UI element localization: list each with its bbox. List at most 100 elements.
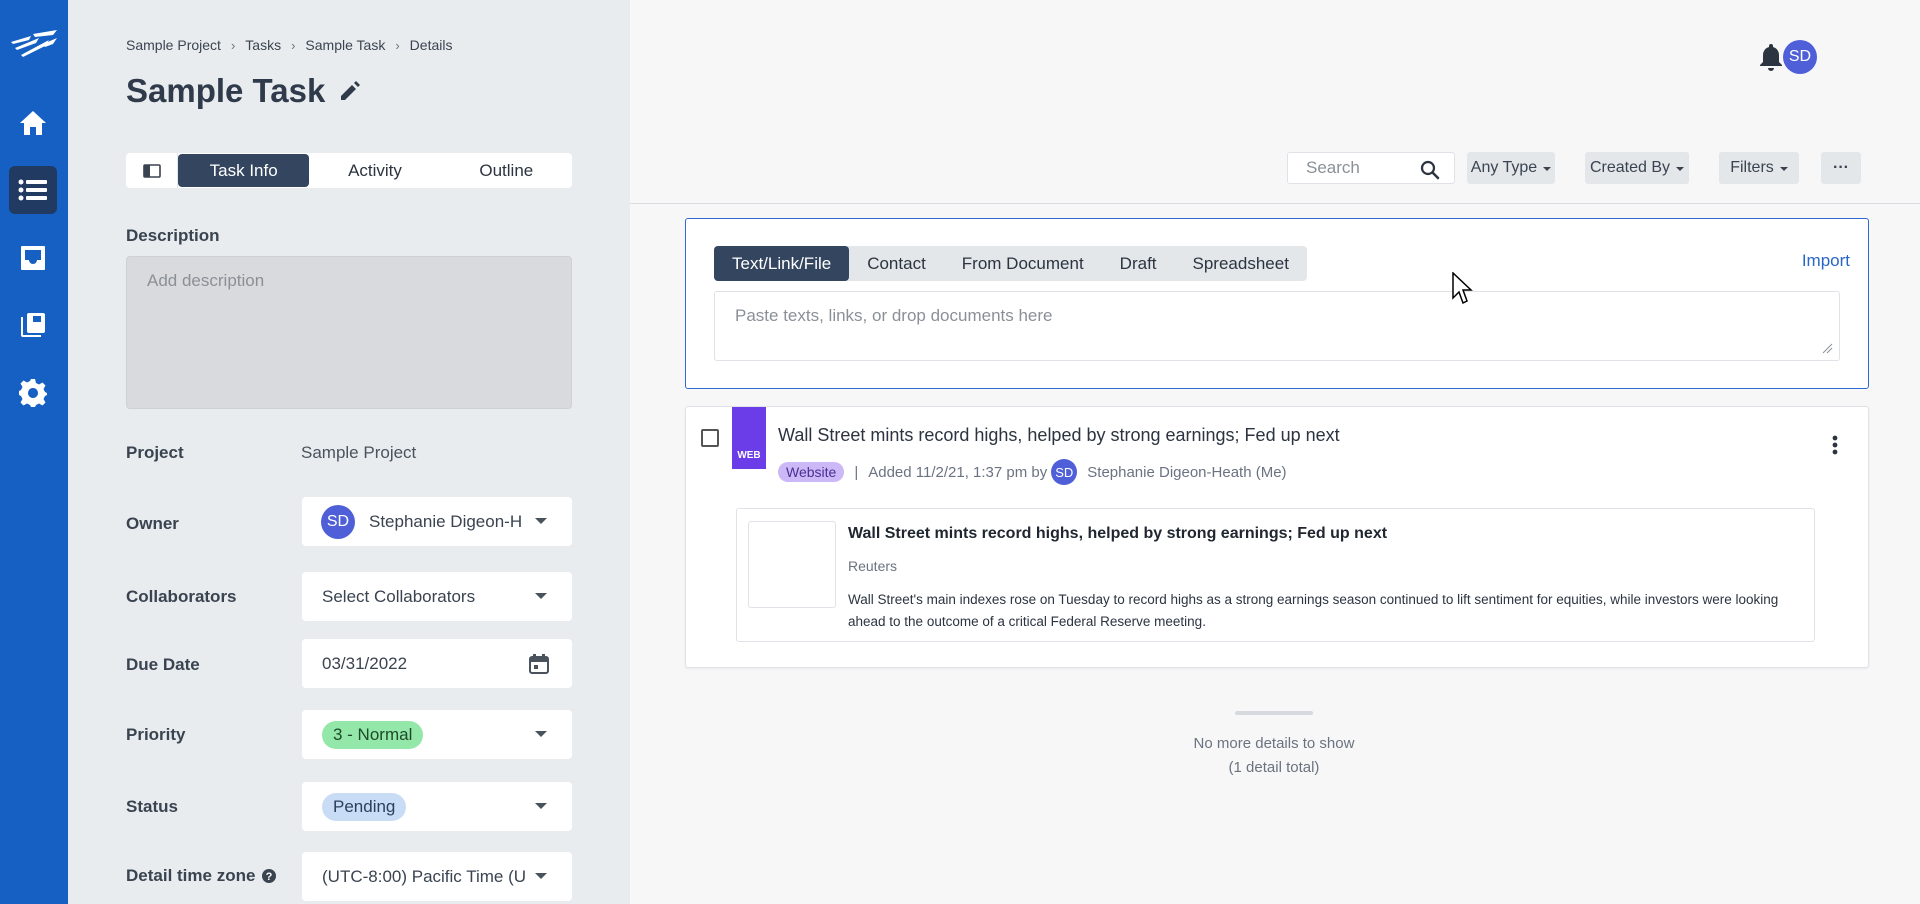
collaborators-label: Collaborators [126,587,237,606]
created-by-filter[interactable]: Created By [1585,152,1689,184]
source-tab-draft[interactable]: Draft [1102,246,1175,281]
end-marker [1235,711,1313,715]
link-preview[interactable]: Wall Street mints record highs, helped b… [736,508,1815,642]
tab-outline[interactable]: Outline [441,153,572,188]
chevron-down-icon [1779,167,1788,171]
chevron-down-icon [1543,167,1552,171]
chevron-down-icon [1676,167,1685,171]
breadcrumb-details: Details [409,37,453,53]
breadcrumb-tasks[interactable]: Tasks [245,37,281,53]
more-options-button[interactable]: ··· [1821,152,1861,184]
task-tabs: Task Info Activity Outline [126,153,572,188]
timezone-value: (UTC-8:00) Pacific Time (U [322,866,527,886]
chevron-down-icon [535,593,547,599]
detail-card: WEB Wall Street mints record highs, help… [685,406,1869,668]
user-avatar[interactable]: SD [1783,40,1817,74]
paste-input[interactable]: Paste texts, links, or drop documents he… [714,291,1840,361]
chevron-down-icon [535,731,547,737]
source-tab-from-document[interactable]: From Document [944,246,1102,281]
pencil-icon[interactable] [339,80,361,102]
chevron-right-icon: › [230,37,236,53]
resize-handle-icon[interactable] [1821,342,1833,354]
status-select[interactable]: Pending [302,782,572,831]
bell-icon[interactable] [1758,42,1784,72]
no-more-details: No more details to show (1 detail total) [1130,732,1418,780]
home-icon [20,111,46,135]
chevron-right-icon: › [395,37,400,53]
preview-thumbnail [748,521,836,608]
status-pill: Pending [322,792,407,821]
breadcrumb-project[interactable]: Sample Project [126,37,221,53]
website-tag: Website [778,462,845,482]
paste-placeholder: Paste texts, links, or drop documents he… [735,306,1053,325]
preview-body: Wall Street's main indexes rose on Tuesd… [848,592,1779,629]
nav-tasks[interactable] [9,166,57,214]
chevron-down-icon [535,518,547,524]
gear-icon [19,379,47,407]
timezone-label-row: Detail time zone ? [126,866,277,886]
meta-separator: | [854,463,859,481]
help-icon[interactable]: ? [261,868,277,884]
search-icon[interactable] [1420,160,1440,180]
owner-value: Stephanie Digeon-H [369,511,523,531]
kebab-menu-icon[interactable] [1832,435,1838,455]
source-tab-text-link-file[interactable]: Text/Link/File [714,246,850,281]
created-by-label: Created By [1589,159,1671,176]
more-icon: ··· [1833,159,1849,176]
nav-inbox[interactable] [9,234,57,282]
chevron-down-icon [535,873,547,879]
app-logo-icon[interactable] [9,28,59,60]
library-icon [21,313,45,337]
priority-select[interactable]: 3 - Normal [302,710,572,759]
priority-label: Priority [126,725,186,744]
any-type-filter[interactable]: Any Type [1467,152,1555,184]
no-more-line: No more details to show [1193,735,1355,752]
page-title-text: Sample Task [126,72,326,109]
calendar-icon[interactable] [528,653,550,675]
detail-checkbox[interactable] [701,429,719,447]
description-placeholder: Add description [147,271,265,290]
due-date-input[interactable]: 03/31/2022 [302,639,572,688]
priority-pill: 3 - Normal [322,720,424,749]
owner-select[interactable]: SD Stephanie Digeon-H [302,497,572,546]
description-input[interactable]: Add description [126,256,572,409]
preview-source: Reuters [848,558,898,574]
tab-task-info[interactable]: Task Info [178,154,310,187]
nav-settings[interactable] [9,369,57,417]
author-name: Stephanie Digeon-Heath (Me) [1087,463,1287,481]
filters-label: Filters [1730,159,1774,176]
status-label: Status [126,797,178,816]
source-tab-contact[interactable]: Contact [849,246,944,281]
list-icon [18,179,47,201]
left-nav [0,0,68,904]
sidebar-toggle-icon [142,163,161,178]
description-label: Description [126,226,220,245]
import-link[interactable]: Import [1802,251,1850,271]
nav-library[interactable] [9,301,57,349]
svg-text:?: ? [266,871,273,883]
collaborators-select[interactable]: Select Collaborators [302,572,572,621]
search-input[interactable]: Search [1287,152,1455,184]
nav-home[interactable] [9,99,57,147]
breadcrumb-task[interactable]: Sample Task [305,37,385,53]
due-date-label: Due Date [126,655,200,674]
any-type-label: Any Type [1470,159,1538,176]
panel-toggle-button[interactable] [126,153,178,188]
divider [630,203,1920,204]
detail-title[interactable]: Wall Street mints record highs, helped b… [778,425,1340,446]
task-details-panel: Sample Project › Tasks › Sample Task › D… [68,0,630,904]
timezone-select[interactable]: (UTC-8:00) Pacific Time (U [302,852,572,901]
timezone-label: Detail time zone [126,866,256,885]
collaborators-placeholder: Select Collaborators [322,586,476,606]
owner-avatar: SD [321,504,355,539]
detail-meta: Website | Added 11/2/21, 1:37 pm by SD S… [778,459,1287,485]
added-text: Added 11/2/21, 1:37 pm by [868,463,1048,481]
tab-activity[interactable]: Activity [309,153,440,188]
search-placeholder: Search [1306,158,1360,177]
preview-title: Wall Street mints record highs, helped b… [848,525,1388,542]
detail-count: (1 detail total) [1228,759,1320,776]
owner-label: Owner [126,514,179,533]
filters-button[interactable]: Filters [1719,152,1799,184]
add-detail-card: Text/Link/File Contact From Document Dra… [685,218,1869,389]
source-tab-spreadsheet[interactable]: Spreadsheet [1175,246,1307,281]
